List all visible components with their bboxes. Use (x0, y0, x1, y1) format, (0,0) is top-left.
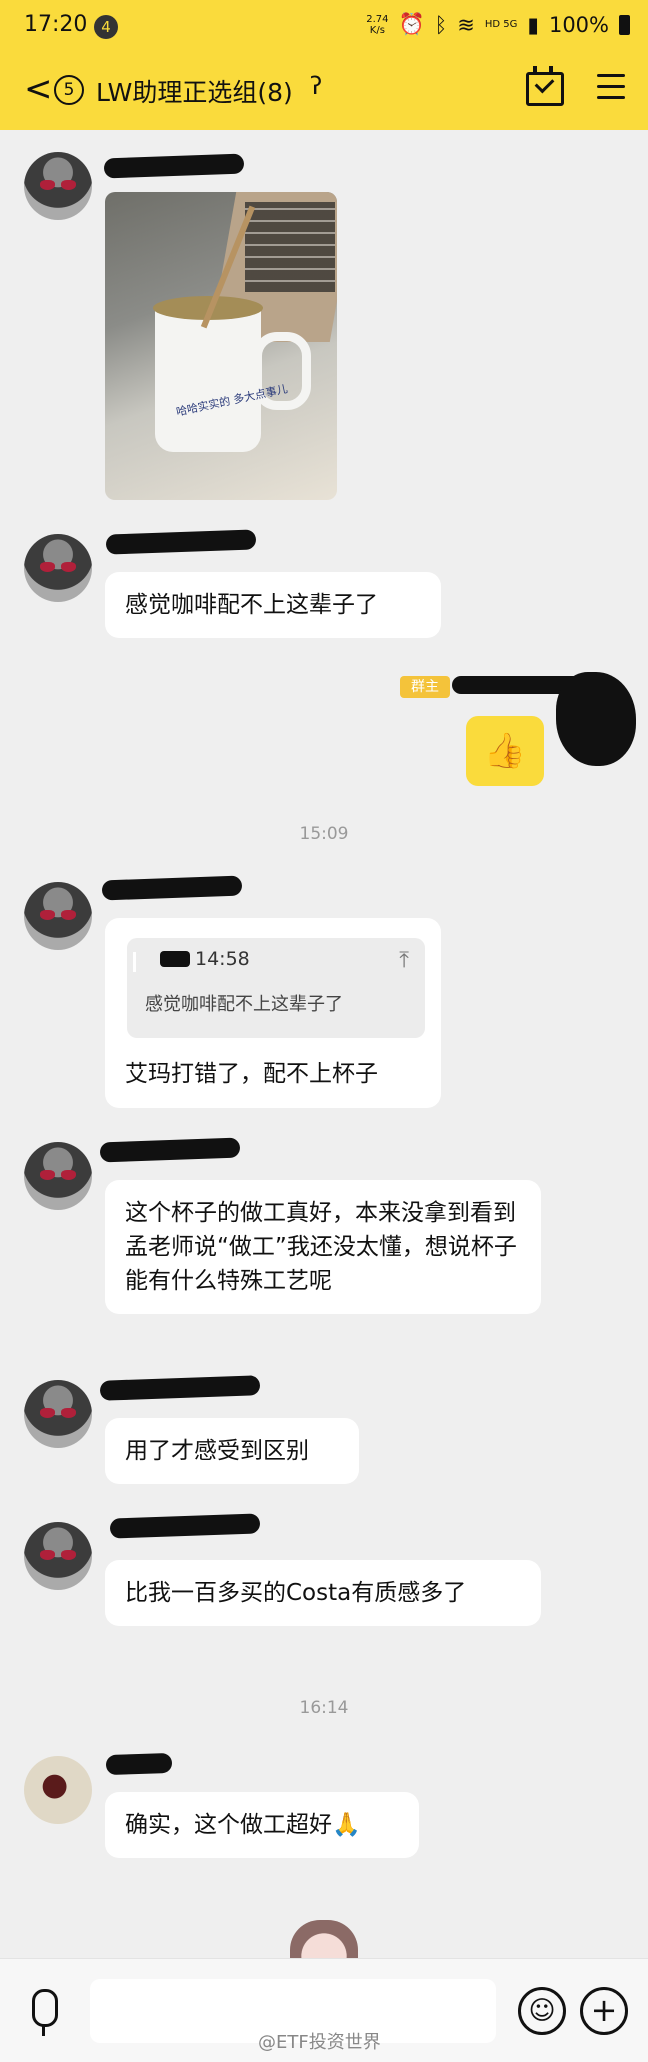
network-speed-unit: K/s (369, 24, 385, 36)
message-bubble[interactable]: 确实，这个做工超好🙏 (105, 1792, 419, 1858)
bluetooth-icon: ᛒ (434, 12, 448, 37)
sender-name-redacted (99, 1375, 261, 1401)
sender-name-redacted (105, 1752, 173, 1776)
avatar[interactable] (24, 882, 92, 950)
plus-icon[interactable]: + (580, 1987, 628, 2035)
alarm-icon: ⏰ (398, 12, 425, 36)
jump-to-top-icon[interactable]: ⤒ (399, 948, 409, 973)
avatar[interactable] (24, 152, 92, 220)
message-bubble[interactable]: 这个杯子的做工真好，本来没拿到看到孟老师说“做工”我还没太懂，想说杯子能有什么特… (105, 1180, 541, 1314)
message-bubble[interactable]: 感觉咖啡配不上这辈子了 (105, 572, 441, 638)
image-message[interactable]: 哈哈实实的 多大点事儿 (105, 192, 337, 500)
quoted-message[interactable]: 14:58 ⤒ 感觉咖啡配不上这辈子了 (127, 938, 425, 1038)
avatar[interactable] (24, 1380, 92, 1448)
avatar[interactable] (24, 1142, 92, 1210)
back-icon[interactable]: < (24, 72, 53, 106)
battery-icon (619, 14, 630, 35)
message-bubble[interactable]: 用了才感受到区别 (105, 1418, 359, 1484)
microphone-icon[interactable] (32, 1989, 58, 2036)
watermark: @ETF投资世界 (258, 2032, 381, 2053)
network-label: HD 5G (484, 19, 518, 30)
quoted-text: 感觉咖啡配不上这辈子了 (145, 994, 343, 1015)
thumbs-up-message[interactable]: 👍 (466, 716, 544, 786)
network-speed-value: 2.74 (366, 13, 389, 25)
network-speed: 2.74 K/s (366, 14, 388, 36)
top-bar: 17:20 4 2.74 K/s ⏰ ᛒ ≋ HD 5G ▮ 100% < 5 … (0, 0, 648, 130)
quoted-time: 14:58 (195, 948, 250, 970)
sender-name-redacted (99, 1137, 241, 1163)
signal-icon: ▮ (527, 12, 539, 37)
self-avatar-redacted[interactable] (556, 672, 636, 766)
avatar[interactable] (24, 1522, 92, 1590)
sender-name-redacted (109, 1513, 261, 1539)
wifi-icon: ≋ (457, 12, 475, 37)
avatar[interactable] (24, 1756, 92, 1824)
message-bubble[interactable]: 比我一百多买的Costa有质感多了 (105, 1560, 541, 1626)
battery-label: 100% (548, 12, 609, 37)
status-time: 17:20 (24, 12, 88, 37)
group-owner-badge: 群主 (400, 676, 450, 698)
calendar-check-icon[interactable] (526, 66, 564, 106)
sender-name-redacted (103, 153, 245, 179)
unread-count-badge[interactable]: 5 (54, 75, 84, 105)
avatar[interactable] (24, 534, 92, 602)
quoted-sender-redacted (160, 951, 190, 967)
emoji-icon[interactable]: ☺ (518, 1987, 566, 2035)
sender-name-redacted (101, 875, 243, 901)
ear-icon[interactable]: ʔ (310, 72, 322, 100)
sender-name-redacted (105, 529, 257, 555)
status-icons: 2.74 K/s ⏰ ᛒ ≋ HD 5G ▮ 100% (366, 12, 630, 37)
chat-title[interactable]: LW助理正选组(8) (96, 73, 293, 109)
status-bar: 17:20 4 2.74 K/s ⏰ ᛒ ≋ HD 5G ▮ 100% (0, 0, 648, 56)
message-text: 艾玛打错了，配不上杯子 (125, 1061, 378, 1087)
time-separator: 16:14 (299, 1698, 349, 1718)
time-separator: 15:09 (299, 824, 349, 844)
chat-header: < 5 LW助理正选组(8) ʔ (0, 62, 648, 118)
menu-icon[interactable] (597, 74, 625, 107)
notification-badge: 4 (94, 15, 118, 39)
